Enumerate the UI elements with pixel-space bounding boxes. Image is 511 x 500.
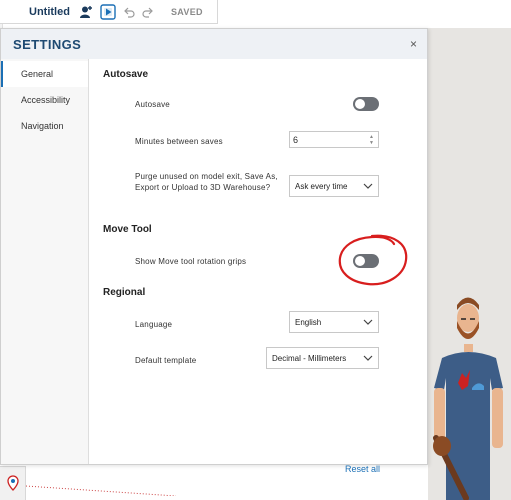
regional-section-title: Regional <box>103 287 146 298</box>
settings-sidebar: General Accessibility Navigation <box>1 59 89 464</box>
sidebar-item-label: General <box>21 69 54 79</box>
sidebar-item-accessibility[interactable]: Accessibility <box>1 87 88 113</box>
dialog-title: SETTINGS <box>13 36 82 52</box>
language-value: English <box>295 317 322 327</box>
app-toolbar: Untitled SAVED <box>0 0 218 24</box>
sidebar-item-label: Navigation <box>21 121 64 131</box>
document-title[interactable]: Untitled <box>29 6 75 18</box>
bottom-left-panel <box>0 466 26 500</box>
autosave-toggle-label: Autosave <box>135 100 170 109</box>
chevron-down-icon <box>363 183 373 189</box>
sidebar-item-navigation[interactable]: Navigation <box>1 113 88 139</box>
red-axis-line <box>26 484 176 496</box>
language-select[interactable]: English <box>289 311 379 333</box>
minutes-between-saves-label: Minutes between saves <box>135 137 223 146</box>
model-canvas[interactable] <box>428 28 511 500</box>
play-icon[interactable] <box>97 0 119 24</box>
purge-unused-select[interactable]: Ask every time <box>289 175 379 197</box>
close-icon[interactable]: × <box>410 37 417 51</box>
minutes-between-saves-input[interactable]: 6 ▲ ▼ <box>289 131 379 148</box>
reset-all-link[interactable]: Reset all <box>345 464 380 474</box>
purge-unused-value: Ask every time <box>295 181 348 191</box>
default-template-select[interactable]: Decimal - Millimeters <box>266 347 379 369</box>
chevron-down-icon <box>363 319 373 325</box>
spinner-icon[interactable]: ▲ ▼ <box>367 132 376 147</box>
undo-icon[interactable] <box>119 0 139 24</box>
default-template-label: Default template <box>135 356 197 365</box>
saved-status: SAVED <box>171 6 203 17</box>
sidebar-item-label: Accessibility <box>21 95 71 105</box>
sidebar-item-general[interactable]: General <box>1 61 88 87</box>
language-label: Language <box>135 320 173 329</box>
minutes-value: 6 <box>293 134 299 145</box>
toggle-knob <box>355 99 365 109</box>
purge-unused-label: Purge unused on model exit, Save As, Exp… <box>135 172 278 192</box>
default-template-value: Decimal - Millimeters <box>272 353 347 363</box>
autosave-section-title: Autosave <box>103 69 149 80</box>
move-tool-section-title: Move Tool <box>103 224 152 235</box>
scale-figure-illustration <box>433 297 503 500</box>
rotation-grips-label: Show Move tool rotation grips <box>135 257 247 266</box>
autosave-toggle[interactable] <box>353 97 379 111</box>
dialog-header: SETTINGS × <box>1 29 427 59</box>
location-pin-icon[interactable] <box>6 475 20 496</box>
redo-icon[interactable] <box>139 0 157 24</box>
annotation-circle <box>338 234 408 286</box>
add-user-icon[interactable] <box>75 0 97 24</box>
chevron-down-icon <box>363 355 373 361</box>
